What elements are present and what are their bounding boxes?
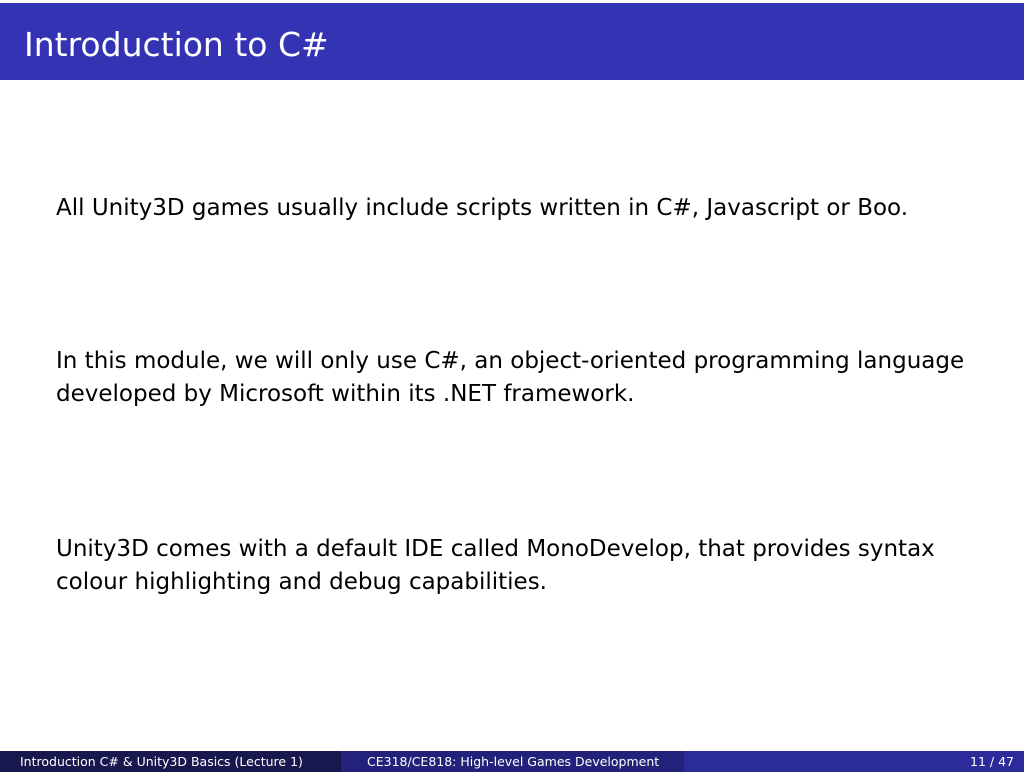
slide: Introduction to C# All Unity3D games usu… — [0, 0, 1024, 772]
footer-lecture-title: Introduction C# & Unity3D Basics (Lectur… — [20, 754, 303, 769]
paragraph-unity-scripts: All Unity3D games usually include script… — [56, 195, 909, 221]
title-bar: Introduction to C# — [0, 3, 1024, 80]
paragraph-monodevelop: Unity3D comes with a default IDE called … — [56, 536, 935, 595]
footer-lecture-section: Introduction C# & Unity3D Basics (Lectur… — [0, 751, 341, 772]
footer-page-number: 11 / 47 — [970, 754, 1014, 769]
paragraph-csharp-module: In this module, we will only use C#, an … — [56, 348, 965, 407]
footer: Introduction C# & Unity3D Basics (Lectur… — [0, 751, 1024, 772]
footer-course-title: CE318/CE818: High-level Games Developmen… — [367, 754, 660, 769]
footer-page-section: 11 / 47 — [684, 751, 1024, 772]
slide-title: Introduction to C# — [24, 25, 329, 64]
footer-course-section: CE318/CE818: High-level Games Developmen… — [341, 751, 684, 772]
